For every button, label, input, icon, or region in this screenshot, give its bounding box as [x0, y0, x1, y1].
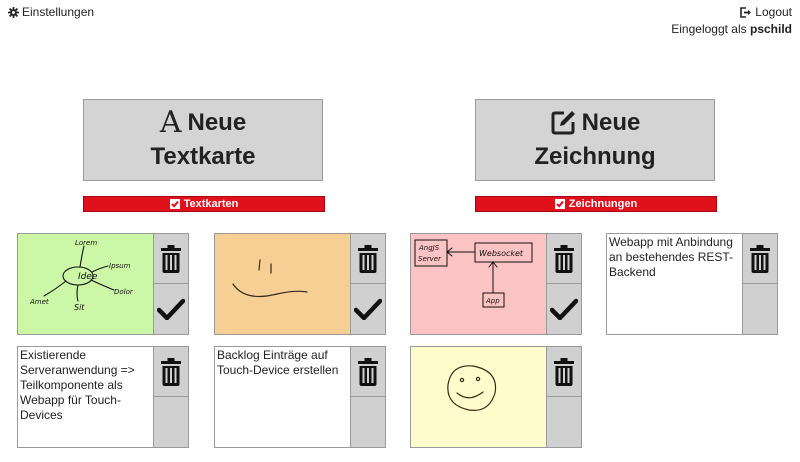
letter-a-icon: A: [159, 105, 182, 140]
filter-textcards-label: Textkarten: [183, 198, 239, 210]
logout-icon: [740, 7, 752, 18]
delete-button[interactable]: [154, 347, 188, 397]
sketch-label: App: [485, 297, 500, 305]
card-drawing-architecture: AngJS Server Websocket App: [410, 233, 582, 335]
new-drawing-button[interactable]: Neue Zeichnung: [475, 99, 715, 181]
card-drawing-smile: [214, 233, 386, 335]
settings-link[interactable]: Einstellungen: [8, 5, 94, 19]
mindmap-sketch: Idee Lorem Ipsum Dolor Sit Amet: [29, 239, 134, 312]
new-drawing-line1: Neue: [581, 109, 641, 136]
logout-label: Logout: [755, 5, 792, 19]
new-text-line1: Neue: [187, 109, 247, 136]
card-drawing-area[interactable]: [215, 234, 350, 334]
delete-button[interactable]: [351, 234, 385, 284]
checkmark-icon: [550, 298, 578, 320]
filter-drawings-label: Zeichnungen: [568, 198, 638, 210]
mindmap-node-label: Lorem: [75, 239, 97, 247]
card-actions: [153, 234, 188, 334]
sketch-label: Server: [418, 255, 442, 263]
logged-in-prefix: Eingeloggt als: [671, 22, 747, 36]
card-drawing-smiley: [410, 346, 582, 448]
card-drawing-area[interactable]: AngJS Server Websocket App: [411, 234, 546, 334]
mindmap-center-label: Idee: [78, 272, 98, 282]
checkbox-checked-icon: [554, 199, 565, 209]
card-actions: [350, 234, 385, 334]
new-text-line2: Textkarte: [150, 143, 256, 170]
card-drawing-area[interactable]: Idee Lorem Ipsum Dolor Sit Amet: [18, 234, 153, 334]
card-actions: [546, 347, 581, 447]
edit-square-icon: [551, 111, 575, 135]
checkmark-icon: [157, 298, 185, 320]
card-actions: [350, 347, 385, 447]
architecture-sketch: AngJS Server Websocket App: [414, 239, 533, 308]
trash-icon: [161, 357, 181, 386]
smile-sketch: [232, 259, 308, 297]
trash-icon: [161, 244, 181, 273]
trash-icon: [750, 244, 770, 273]
card-text-content[interactable]: Webapp mit Anbindung an bestehendes REST…: [607, 234, 742, 334]
delete-button[interactable]: [547, 234, 581, 284]
delete-button[interactable]: [743, 234, 777, 284]
delete-button[interactable]: [351, 347, 385, 397]
card-text-content[interactable]: Existierende Serveranwendung => Teilkomp…: [18, 347, 153, 447]
empty-action-slot: [351, 397, 385, 447]
mark-done-button[interactable]: [547, 284, 581, 334]
new-text-card-button[interactable]: A Neue Textkarte: [83, 99, 323, 181]
mindmap-node-label: Ipsum: [109, 262, 131, 270]
card-text: Existierende Serveranwendung => Teilkomp…: [17, 346, 189, 448]
user-panel: Logout Eingeloggt als pschild: [671, 5, 792, 37]
card-text: Webapp mit Anbindung an bestehendes REST…: [606, 233, 778, 335]
trash-icon: [358, 357, 378, 386]
empty-action-slot: [743, 284, 777, 334]
smiley-sketch: [447, 365, 497, 411]
checkbox-checked-icon: [169, 199, 180, 209]
empty-action-slot: [154, 397, 188, 447]
delete-button[interactable]: [154, 234, 188, 284]
sketch-label: AngJS: [418, 244, 440, 252]
delete-button[interactable]: [547, 347, 581, 397]
empty-action-slot: [547, 397, 581, 447]
logout-link[interactable]: Logout: [740, 5, 792, 20]
card-actions: [742, 234, 777, 334]
mindmap-node-label: Dolor: [114, 288, 134, 296]
filter-drawings-toggle[interactable]: Zeichnungen: [475, 196, 717, 212]
trash-icon: [554, 244, 574, 273]
card-text: Backlog Einträge auf Touch-Device erstel…: [214, 346, 386, 448]
card-drawing-area[interactable]: [411, 347, 546, 447]
card-actions: [153, 347, 188, 447]
gear-icon: [8, 6, 19, 18]
mindmap-node-label: Sit: [74, 303, 85, 312]
sketch-label: Websocket: [479, 249, 524, 258]
trash-icon: [358, 244, 378, 273]
trash-icon: [554, 357, 574, 386]
mark-done-button[interactable]: [351, 284, 385, 334]
new-drawing-line2: Zeichnung: [534, 143, 656, 170]
username: pschild: [749, 22, 792, 36]
card-drawing-mindmap: Idee Lorem Ipsum Dolor Sit Amet: [17, 233, 189, 335]
mindmap-node-label: Amet: [29, 298, 49, 306]
filter-textcards-toggle[interactable]: Textkarten: [83, 196, 325, 212]
logged-in-status: Eingeloggt als pschild: [671, 22, 792, 37]
mark-done-button[interactable]: [154, 284, 188, 334]
card-text-content[interactable]: Backlog Einträge auf Touch-Device erstel…: [215, 347, 350, 447]
card-actions: [546, 234, 581, 334]
settings-label: Einstellungen: [22, 5, 95, 19]
checkmark-icon: [354, 298, 382, 320]
